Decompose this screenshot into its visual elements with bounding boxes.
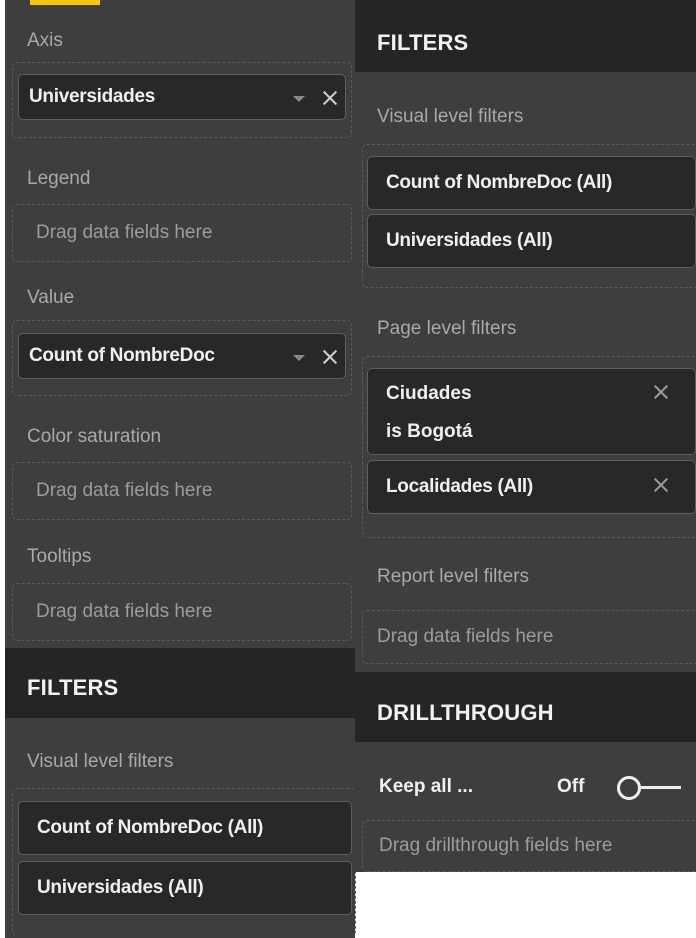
filter-card-label: Count of NombreDoc (All) [37, 817, 264, 838]
filter-card[interactable]: Universidades (All) [367, 214, 696, 268]
filters-header: FILTERS [355, 0, 696, 72]
filters-title: FILTERS [27, 675, 119, 700]
filter-card[interactable]: Universidades (All) [18, 861, 352, 915]
color-saturation-placeholder: Drag data fields here [36, 480, 213, 501]
color-saturation-well[interactable]: Drag data fields here [12, 462, 352, 520]
close-icon[interactable] [652, 476, 670, 494]
close-icon[interactable] [321, 89, 339, 107]
fields-pane: Axis Universidades Legend Drag data fiel… [5, 0, 356, 938]
axis-field-pill[interactable]: Universidades [18, 74, 346, 120]
axis-label: Axis [27, 30, 63, 51]
toggle-state-label: Off [557, 776, 585, 797]
keep-all-filters-label: Keep all ... [379, 776, 473, 797]
report-filters-placeholder: Drag data fields here [377, 626, 554, 647]
filter-card-condition: is Bogotá [386, 421, 473, 442]
report-filters-well[interactable]: Drag data fields here [362, 610, 696, 664]
legend-placeholder: Drag data fields here [36, 222, 213, 243]
filter-card[interactable]: Count of NombreDoc (All) [18, 801, 352, 855]
keep-all-filters-toggle[interactable] [617, 776, 683, 800]
filters-title: FILTERS [377, 30, 469, 55]
page-level-filters-label: Page level filters [377, 318, 517, 339]
filters-header: FILTERS [5, 648, 355, 718]
filter-card[interactable]: Count of NombreDoc (All) [367, 156, 696, 210]
filter-card-label: Universidades (All) [37, 877, 204, 898]
tooltips-well[interactable]: Drag data fields here [12, 583, 352, 641]
value-label: Value [27, 287, 75, 308]
drillthrough-placeholder: Drag drillthrough fields here [379, 835, 613, 856]
chevron-down-icon[interactable] [293, 355, 305, 361]
tooltips-placeholder: Drag data fields here [36, 601, 213, 622]
legend-well[interactable]: Drag data fields here [12, 204, 352, 262]
color-saturation-label: Color saturation [27, 426, 162, 447]
visual-level-filters-label: Visual level filters [27, 751, 174, 772]
close-icon[interactable] [652, 383, 670, 401]
filters-pane: FILTERS Visual level filters Count of No… [355, 0, 696, 872]
visual-level-filters-label: Visual level filters [377, 106, 524, 127]
drillthrough-title: DRILLTHROUGH [377, 700, 554, 725]
toggle-track [641, 786, 681, 789]
report-level-filters-label: Report level filters [377, 566, 530, 587]
axis-field-name: Universidades [29, 86, 155, 107]
value-field-pill[interactable]: Count of NombreDoc [18, 333, 346, 379]
close-icon[interactable] [321, 348, 339, 366]
filter-card[interactable]: Localidades (All) [367, 460, 696, 514]
filter-card-field: Ciudades [386, 383, 472, 404]
filter-card[interactable]: Ciudades is Bogotá [367, 368, 696, 455]
active-tab-indicator [30, 0, 100, 5]
tooltips-label: Tooltips [27, 546, 92, 567]
filter-card-label: Count of NombreDoc (All) [386, 172, 613, 193]
toggle-knob [617, 776, 641, 800]
drillthrough-well[interactable]: Drag drillthrough fields here [362, 820, 696, 872]
filter-card-label: Localidades (All) [386, 476, 533, 497]
legend-label: Legend [27, 168, 91, 189]
drillthrough-header: DRILLTHROUGH [355, 672, 696, 742]
value-field-name: Count of NombreDoc [29, 345, 215, 366]
chevron-down-icon[interactable] [293, 96, 305, 102]
filter-card-label: Universidades (All) [386, 230, 553, 251]
